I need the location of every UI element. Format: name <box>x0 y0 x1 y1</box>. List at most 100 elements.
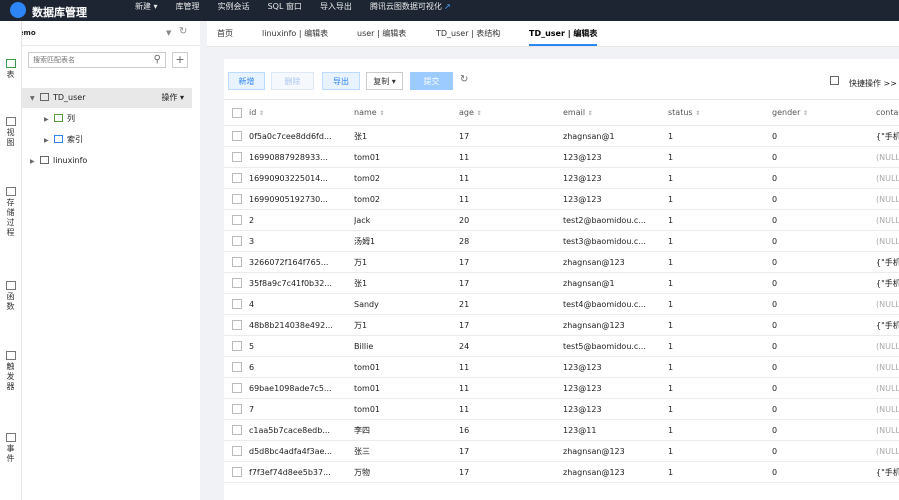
table-cell-gender[interactable]: 0 <box>772 314 876 336</box>
grid-icon[interactable] <box>830 76 839 85</box>
table-cell-gender[interactable]: 0 <box>772 251 876 273</box>
table-cell-email[interactable]: zhagnsan@123 <box>563 461 668 483</box>
table-cell-email[interactable]: 123@11 <box>563 419 668 441</box>
select-all-checkbox[interactable] <box>232 107 242 118</box>
column-header-id[interactable]: id ⇕ <box>249 99 354 126</box>
row-checkbox[interactable] <box>232 320 242 330</box>
table-cell-contac[interactable]: {"手机" <box>876 272 899 294</box>
table-cell-id[interactable]: 6 <box>249 356 354 378</box>
row-checkbox[interactable] <box>232 131 242 141</box>
table-cell-contac[interactable]: (NULL) <box>876 440 899 462</box>
table-cell-id[interactable]: 3266072f164f765... <box>249 251 354 273</box>
table-cell-name[interactable]: tom02 <box>354 188 459 210</box>
table-cell-age[interactable]: 17 <box>459 314 563 336</box>
table-cell-status[interactable]: 1 <box>668 125 772 147</box>
table-cell-status[interactable]: 1 <box>668 146 772 168</box>
table-cell-gender[interactable]: 0 <box>772 377 876 399</box>
objtype-view[interactable]: 视图 <box>0 117 21 148</box>
table-cell-age[interactable]: 11 <box>459 188 563 210</box>
table-row[interactable]: 16990905192730...tom0211123@12310(NULL) <box>224 188 899 210</box>
table-row[interactable]: 69bae1098ade7c5...tom0111123@12310(NULL) <box>224 377 899 399</box>
table-cell-email[interactable]: 123@123 <box>563 356 668 378</box>
table-cell-gender[interactable]: 0 <box>772 230 876 252</box>
table-cell-status[interactable]: 1 <box>668 188 772 210</box>
table-cell-status[interactable]: 1 <box>668 461 772 483</box>
table-cell-status[interactable]: 1 <box>668 272 772 294</box>
add-row-button[interactable]: 新增 <box>228 72 265 90</box>
table-cell-status[interactable]: 1 <box>668 314 772 336</box>
table-cell-contac[interactable]: {"手机" <box>876 314 899 336</box>
table-cell-id[interactable]: 4 <box>249 293 354 315</box>
table-cell-email[interactable]: 123@123 <box>563 167 668 189</box>
topnav-visualization[interactable]: 腾讯云图数据可视化 ↗ <box>361 0 460 21</box>
submit-button[interactable]: 提交 <box>410 72 453 90</box>
table-cell-name[interactable]: 万物 <box>354 461 459 483</box>
table-cell-id[interactable]: 35f8a9c7c41f0b32... <box>249 272 354 294</box>
table-row[interactable]: f7f3ef74d8ee5b37... 万物 17 zhagnsan@123 1 0 {"手… <box>224 461 899 483</box>
table-cell-email[interactable]: test4@baomidou.c... <box>563 293 668 315</box>
table-cell-name[interactable]: 张三 <box>354 440 459 462</box>
row-checkbox[interactable] <box>232 236 242 246</box>
table-cell-name[interactable]: tom02 <box>354 167 459 189</box>
table-cell-id[interactable]: 48b8b214038e492... <box>249 314 354 336</box>
objtype-table[interactable]: 表 <box>0 59 21 80</box>
expand-arrow-icon[interactable]: ▶ <box>44 131 54 151</box>
table-row[interactable]: 0f5a0c7cee8dd6fd...张117zhagnsan@110{"手机" <box>224 125 899 147</box>
sort-icon[interactable]: ⇕ <box>695 110 700 117</box>
quick-ops-link[interactable]: 快捷操作 >> <box>849 78 897 89</box>
row-checkbox[interactable] <box>232 404 242 414</box>
table-cell-contac[interactable]: (NULL) <box>876 188 899 210</box>
row-checkbox[interactable] <box>232 215 242 225</box>
column-header-status[interactable]: status ⇕ <box>668 99 772 126</box>
table-cell-name[interactable]: Jack <box>354 209 459 231</box>
table-cell-contac[interactable]: {"手机" <box>876 461 899 483</box>
table-cell-age[interactable]: 17 <box>459 125 563 147</box>
table-cell-id[interactable]: 3 <box>249 230 354 252</box>
table-row[interactable]: 2Jack20test2@baomidou.c...10(NULL) <box>224 209 899 231</box>
table-cell-contac[interactable]: (NULL) <box>876 335 899 357</box>
table-cell-gender[interactable]: 0 <box>772 419 876 441</box>
table-cell-id[interactable]: 2 <box>249 209 354 231</box>
row-checkbox[interactable] <box>232 362 242 372</box>
table-cell-age[interactable]: 11 <box>459 398 563 420</box>
table-cell-contac[interactable]: (NULL) <box>876 146 899 168</box>
copy-dropdown[interactable]: 复制 ▾ <box>366 72 403 90</box>
table-cell-name[interactable]: 李四 <box>354 419 459 441</box>
row-checkbox[interactable] <box>232 278 242 288</box>
table-cell-email[interactable]: test3@baomidou.c... <box>563 230 668 252</box>
table-row[interactable]: 4Sandy21test4@baomidou.c...10(NULL) <box>224 293 899 315</box>
table-cell-name[interactable]: 万1 <box>354 314 459 336</box>
row-checkbox[interactable] <box>232 383 242 393</box>
expand-arrow-icon[interactable]: ▼ <box>30 89 40 109</box>
table-cell-gender[interactable]: 0 <box>772 461 876 483</box>
topnav-new[interactable]: 新建 ▾ <box>126 0 167 21</box>
sort-icon[interactable]: ⇕ <box>803 110 808 117</box>
add-table-button[interactable]: + <box>172 52 188 68</box>
table-cell-contac[interactable]: (NULL) <box>876 377 899 399</box>
table-cell-id[interactable]: 16990887928933... <box>249 146 354 168</box>
table-cell-email[interactable]: zhagnsan@1 <box>563 272 668 294</box>
table-cell-id[interactable]: c1aa5b7cace8edb... <box>249 419 354 441</box>
table-cell-contac[interactable]: (NULL) <box>876 419 899 441</box>
table-cell-gender[interactable]: 0 <box>772 167 876 189</box>
objtype-function[interactable]: 函数 <box>0 281 21 312</box>
tab-td-user-edit[interactable]: TD_user | 编辑表 <box>529 21 598 46</box>
table-cell-age[interactable]: 24 <box>459 335 563 357</box>
topnav-sql-window[interactable]: SQL 窗口 <box>259 0 311 21</box>
expand-arrow-icon[interactable]: ▶ <box>30 152 40 172</box>
table-cell-age[interactable]: 17 <box>459 440 563 462</box>
table-cell-email[interactable]: zhagnsan@123 <box>563 251 668 273</box>
table-cell-age[interactable]: 21 <box>459 293 563 315</box>
table-cell-status[interactable]: 1 <box>668 335 772 357</box>
table-cell-status[interactable]: 1 <box>668 209 772 231</box>
table-cell-status[interactable]: 1 <box>668 167 772 189</box>
table-row[interactable]: 5Billie24test5@baomidou.c...10(NULL) <box>224 335 899 357</box>
table-cell-email[interactable]: zhagnsan@1 <box>563 125 668 147</box>
table-cell-name[interactable]: tom01 <box>354 377 459 399</box>
table-row[interactable]: 35f8a9c7c41f0b32...张117zhagnsan@110{"手机" <box>224 272 899 294</box>
row-checkbox[interactable] <box>232 194 242 204</box>
table-cell-contac[interactable]: (NULL) <box>876 398 899 420</box>
table-cell-id[interactable]: 7 <box>249 398 354 420</box>
table-cell-age[interactable]: 17 <box>459 251 563 273</box>
table-cell-name[interactable]: tom01 <box>354 356 459 378</box>
